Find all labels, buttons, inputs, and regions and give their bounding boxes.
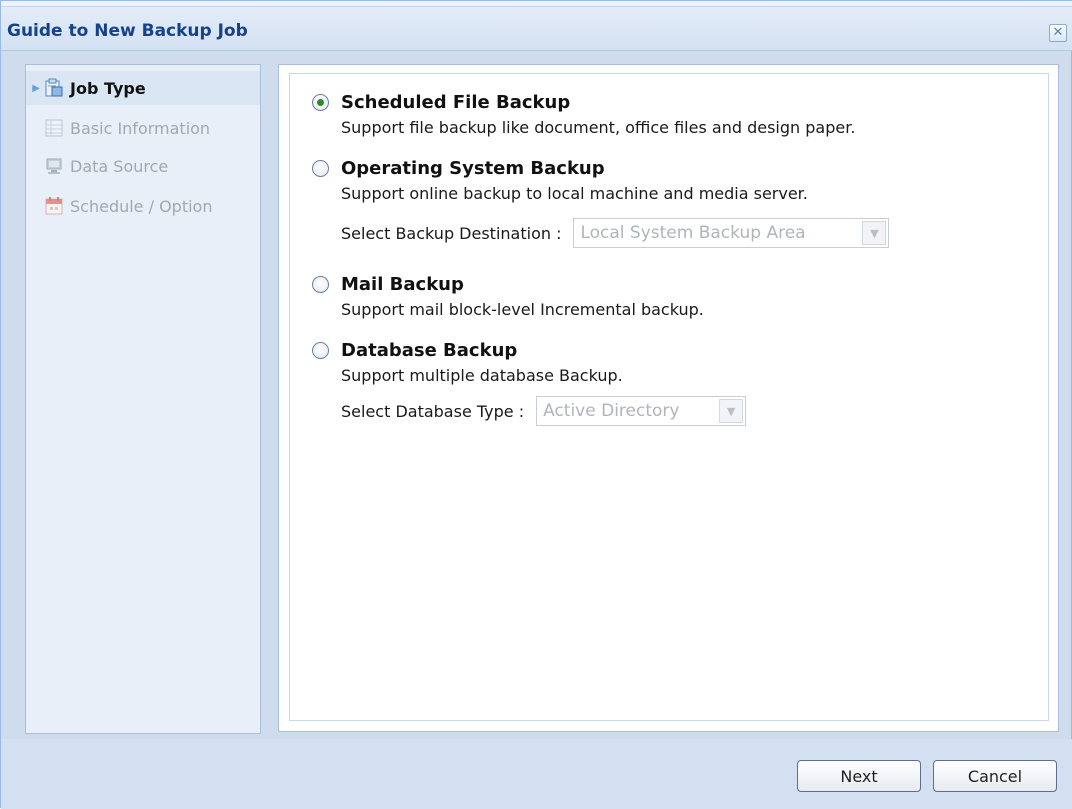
radio-operating-system-backup[interactable] <box>312 160 329 177</box>
step-schedule-option[interactable]: Schedule / Option <box>26 189 260 223</box>
database-type-value: Active Directory <box>543 401 680 421</box>
backup-destination-value: Local System Backup Area <box>580 223 806 243</box>
option-description: Support online backup to local machine a… <box>341 184 808 203</box>
database-type-label: Select Database Type : <box>341 401 525 421</box>
option-title[interactable]: Mail Backup <box>341 274 464 295</box>
step-label: Basic Information <box>70 118 211 138</box>
step-basic-information[interactable]: Basic Information <box>26 111 260 145</box>
chevron-down-icon[interactable]: ▼ <box>719 399 744 423</box>
step-job-type[interactable]: ▶ Job Type <box>26 71 260 105</box>
option-title[interactable]: Database Backup <box>341 340 517 361</box>
job-type-content-panel: Scheduled File Backup Support file backu… <box>278 64 1059 732</box>
option-title[interactable]: Operating System Backup <box>341 158 605 179</box>
data-source-icon <box>44 156 64 176</box>
next-button[interactable]: Next <box>797 760 921 792</box>
option-description: Support file backup like document, offic… <box>341 118 856 137</box>
wizard-steps-panel: ▶ Job Type Basic Information Data Source… <box>25 64 261 734</box>
chevron-down-icon[interactable]: ▼ <box>862 221 887 245</box>
close-button[interactable]: ✕ <box>1049 24 1067 42</box>
calendar-icon <box>44 196 64 216</box>
job-type-options: Scheduled File Backup Support file backu… <box>289 73 1049 721</box>
database-type-row: Select Database Type : Active Directory … <box>341 396 747 426</box>
option-description: Support mail block-level Incremental bac… <box>341 300 704 319</box>
backup-destination-label: Select Backup Destination : <box>341 223 562 243</box>
window-title: Guide to New Backup Job <box>7 21 248 41</box>
next-button-label: Next <box>840 766 878 786</box>
option-description: Support multiple database Backup. <box>341 366 623 385</box>
backup-destination-select[interactable]: Local System Backup Area ▼ <box>573 218 890 248</box>
option-title[interactable]: Scheduled File Backup <box>341 92 570 113</box>
job-type-icon <box>44 78 64 98</box>
step-label: Job Type <box>70 78 146 98</box>
backup-job-wizard-window: Guide to New Backup Job ✕ ▶ Job Type Bas… <box>0 0 1072 809</box>
radio-database-backup[interactable] <box>312 342 329 359</box>
cancel-button[interactable]: Cancel <box>933 760 1057 792</box>
cancel-button-label: Cancel <box>967 766 1023 786</box>
step-label: Data Source <box>70 156 169 176</box>
backup-destination-row: Select Backup Destination : Local System… <box>341 218 890 248</box>
title-bar: Guide to New Backup Job ✕ <box>1 7 1072 51</box>
radio-scheduled-file-backup[interactable] <box>312 94 329 111</box>
step-label: Schedule / Option <box>70 196 213 216</box>
current-step-arrow-icon: ▶ <box>32 82 40 94</box>
step-data-source[interactable]: Data Source <box>26 149 260 183</box>
close-icon: ✕ <box>1052 25 1064 40</box>
radio-mail-backup[interactable] <box>312 276 329 293</box>
database-type-select[interactable]: Active Directory ▼ <box>536 396 747 426</box>
basic-information-icon <box>44 118 64 138</box>
